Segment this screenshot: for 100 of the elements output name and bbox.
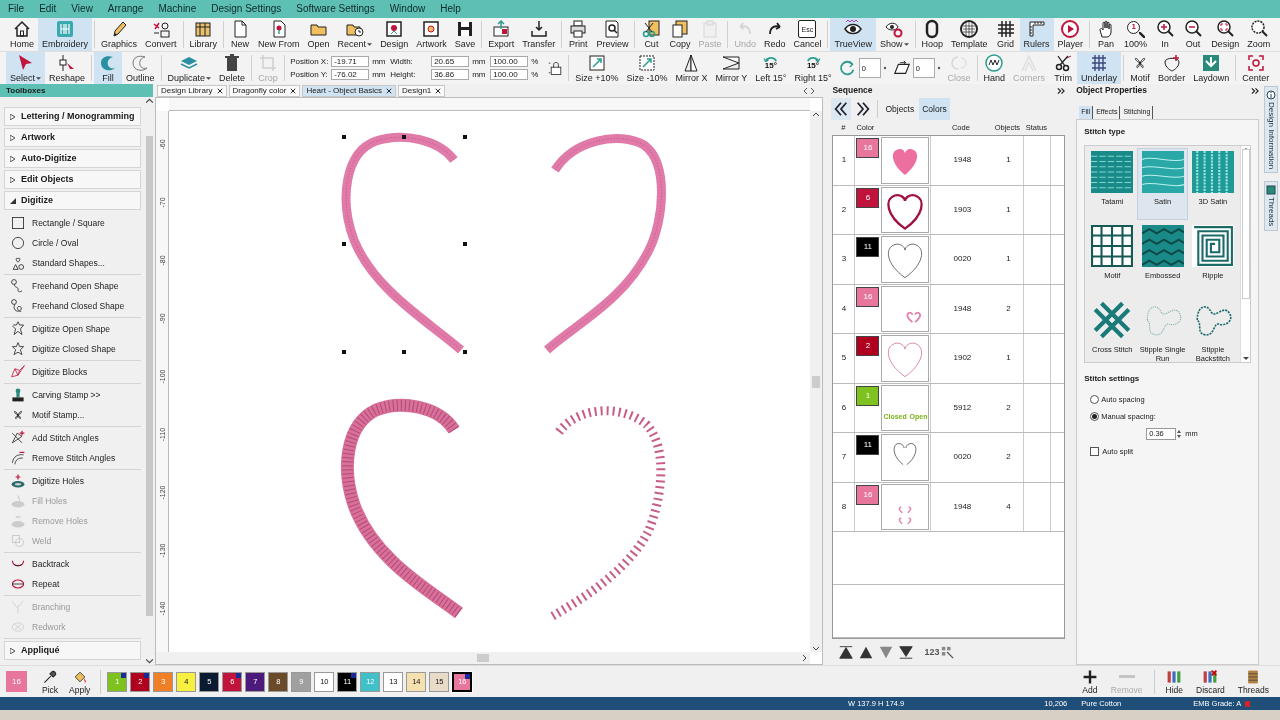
ribbon-button[interactable]: Copy [665,18,695,51]
toolbar-button[interactable]: Duplicate [163,52,216,84]
menu-item[interactable]: Design Settings [211,4,282,14]
ribbon-button[interactable]: Preview [592,18,633,51]
sequence-tab[interactable]: Objects [882,98,918,120]
stitched-heart-half-drawing[interactable] [548,406,666,621]
section-header[interactable]: Artwork [4,128,141,147]
previous-button[interactable] [831,98,852,120]
document-tab[interactable]: Dragonfly color [228,85,301,97]
menu-item[interactable]: Machine [158,4,197,14]
menu-item[interactable]: File [8,4,25,14]
toolbar-button[interactable]: Trim [1049,52,1078,84]
scrollbar-thumb[interactable] [145,136,153,616]
ribbon-button[interactable]: Grid [991,18,1020,51]
toolbar-button[interactable]: 15° Right 15° [790,52,836,84]
ribbon-button[interactable]: Print [564,18,593,51]
number-field[interactable]: 0 [858,58,881,78]
ribbon-button[interactable]: Recent [333,18,377,51]
toolbar-button[interactable]: Hand [979,52,1010,84]
ribbon-button[interactable]: Zoom [1243,18,1275,51]
section-header[interactable]: Lettering / Monogramming [4,107,141,126]
palette-action-button[interactable]: Add [1076,668,1103,695]
ribbon-button[interactable]: Pan [1092,18,1121,51]
toolbar-button[interactable]: Border [1154,52,1190,84]
radio-button[interactable] [1090,412,1100,421]
tool-item[interactable]: Circle / Oval [4,233,141,253]
number-field[interactable]: 100.00 [490,56,529,67]
order-button[interactable]: 123 [922,642,957,662]
toolbar-button[interactable]: Underlay [1077,52,1122,84]
satin-heart-half-drawing[interactable] [544,134,666,354]
tool-item[interactable]: Rectangle / Square [4,213,141,233]
ribbon-button[interactable]: Show [876,18,913,51]
ribbon-button[interactable]: Graphics [97,18,142,51]
palette-tool-button[interactable]: Apply [65,668,95,695]
ribbon-button[interactable]: Transfer [518,18,560,51]
palette-action-button[interactable]: Discard [1191,668,1230,695]
ribbon-button[interactable]: Export [484,18,519,51]
ribbon-button[interactable]: New [226,18,255,51]
ribbon-button[interactable]: In [1151,18,1180,51]
section-header[interactable]: Edit Objects [4,170,141,189]
tool-item[interactable]: Digitize Open Shape [4,319,141,339]
tool-item[interactable]: Digitize Closed Shape [4,339,141,359]
scrollbar-thumb[interactable] [477,654,490,662]
toolbar-button[interactable]: Fill [94,52,123,84]
number-field[interactable]: -19.71 [331,56,370,67]
toolbar-button[interactable]: Laydown [1189,52,1234,84]
tool-item[interactable]: Carving Stamp >> [4,385,141,405]
scrollbar-thumb[interactable] [812,375,821,388]
palette-tool-button[interactable]: Pick [38,668,63,695]
section-header[interactable]: Appliqué [4,641,141,660]
checkbox[interactable] [1090,447,1100,456]
tool-item[interactable]: Backtrack [4,554,141,574]
tool-item[interactable]: Digitize Blocks [4,362,141,382]
ribbon-button[interactable]: Hoop [917,18,948,51]
ribbon-button[interactable]: Cut [637,18,666,51]
number-field[interactable]: 36.86 [431,69,470,80]
toolbar-button[interactable]: Select [6,52,45,84]
side-tab[interactable]: Design Information [1264,86,1278,174]
ribbon-button[interactable]: Convert [141,18,181,51]
ribbon-button[interactable]: 1 100% [1120,18,1152,51]
menu-item[interactable]: View [71,4,93,14]
tool-item[interactable]: Add Stitch Angles [4,428,141,448]
toolbar-button[interactable]: Reshape [45,52,90,84]
menu-item[interactable]: Edit [39,4,57,14]
tool-item[interactable]: Freehand Closed Shape [4,296,141,316]
document-tab[interactable]: Design Library [157,85,227,97]
toolbar-button[interactable]: Mirror Y [711,52,752,84]
tool-item[interactable]: Remove Stitch Angles [4,448,141,468]
scrollbar-thumb[interactable] [1241,149,1250,299]
tool-item[interactable]: Digitize Holes [4,471,141,491]
number-field[interactable]: 20.65 [431,56,470,67]
toolbar-button[interactable]: Motif [1126,52,1155,84]
radio-button[interactable] [1090,395,1100,404]
toolbar-button[interactable]: Outline [122,52,159,84]
toolbar-button[interactable]: 15° Left 15° [751,52,791,84]
tool-item[interactable]: Freehand Open Shape [4,276,141,296]
side-tab[interactable]: Threads [1264,181,1278,231]
sequence-tab[interactable]: Colors [919,98,950,120]
section-header[interactable]: Auto-Digitize [4,149,141,168]
ribbon-button[interactable]: Player [1053,18,1088,51]
palette-action-button[interactable]: Hide [1160,668,1188,695]
tool-item[interactable]: Standard Shapes... [4,253,141,273]
ribbon-button[interactable]: Save [450,18,480,51]
selected-heart-half-drawing[interactable] [341,132,467,354]
document-tab[interactable]: Heart - Object Basics [302,85,396,97]
toolbar-button[interactable]: Center [1238,52,1274,84]
ribbon-button[interactable]: TrueView [830,18,876,51]
ribbon-button[interactable]: Embroidery [38,18,92,51]
palette-action-button[interactable]: Threads [1232,668,1274,695]
ribbon-button[interactable]: Redo [759,18,790,51]
ribbon-button[interactable]: Open [303,18,334,51]
ribbon-button[interactable]: Home [6,18,38,51]
ribbon-button[interactable]: Design [376,18,413,51]
toolbar-button[interactable]: Size +10% [571,52,623,84]
tool-item[interactable]: Motif Stamp... [4,405,141,425]
ribbon-button[interactable]: Template [947,18,992,51]
number-field[interactable]: 100.00 [490,69,529,80]
ribbon-button[interactable]: Design [1207,18,1244,51]
number-field[interactable]: 0 [912,58,935,78]
menu-item[interactable]: Arrange [107,4,144,14]
